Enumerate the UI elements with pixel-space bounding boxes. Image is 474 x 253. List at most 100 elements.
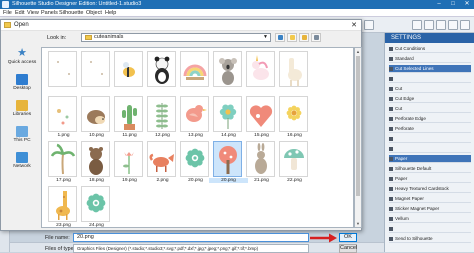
- place-network[interactable]: Network: [5, 152, 39, 174]
- settings-row[interactable]: [389, 145, 471, 153]
- file-item[interactable]: 2.png: [147, 141, 178, 184]
- file-item[interactable]: 18.png: [81, 141, 112, 184]
- place-desktop[interactable]: Desktop: [5, 74, 39, 96]
- file-name-input[interactable]: 20.png: [73, 233, 309, 242]
- settings-row-label: Silhouette Default: [395, 166, 432, 171]
- bullet-icon: [389, 156, 393, 161]
- toolbar-send-button[interactable]: [424, 20, 434, 30]
- settings-row[interactable]: Send to Silhouette: [389, 235, 471, 243]
- settings-row[interactable]: Cut Selected Lines: [389, 65, 471, 73]
- dialog-close-icon[interactable]: ✕: [349, 21, 359, 30]
- settings-row-label: Cut: [395, 86, 403, 91]
- settings-row[interactable]: Cut: [389, 85, 471, 93]
- file-item[interactable]: 20.png: [180, 141, 211, 184]
- file-item[interactable]: 23.png: [48, 186, 79, 229]
- settings-row[interactable]: Paper: [389, 155, 471, 163]
- settings-row[interactable]: Perforate: [389, 125, 471, 133]
- file-item[interactable]: [48, 51, 79, 94]
- scroll-down-icon[interactable]: ▼: [355, 220, 361, 227]
- file-type-label: Files of type:: [45, 246, 76, 252]
- bullet-icon: [389, 56, 393, 61]
- settings-row[interactable]: Magnet Paper: [389, 195, 471, 203]
- file-item[interactable]: [180, 51, 211, 94]
- minimize-icon[interactable]: –: [432, 0, 446, 9]
- back-button[interactable]: [275, 33, 285, 42]
- scrollbar-thumb[interactable]: [356, 56, 360, 196]
- file-item[interactable]: 17.png: [48, 141, 79, 184]
- bullet-icon: [389, 66, 393, 71]
- settings-row[interactable]: Sticker Magnet Paper: [389, 205, 471, 213]
- place-library[interactable]: Libraries: [5, 100, 39, 122]
- menu-panels[interactable]: Panels: [41, 10, 58, 16]
- file-item[interactable]: 11.png: [114, 96, 145, 139]
- toolbar-more-button[interactable]: [460, 20, 470, 30]
- file-item[interactable]: 16.png: [279, 96, 310, 139]
- settings-row-label: Heavy Textured Cardstock: [395, 186, 449, 191]
- toolbar-library-button[interactable]: [412, 20, 422, 30]
- settings-row[interactable]: Vellum: [389, 215, 471, 223]
- toolbar-help-button[interactable]: [448, 20, 458, 30]
- menu-silhouette[interactable]: Silhouette: [59, 10, 83, 16]
- file-item[interactable]: 13.png: [180, 96, 211, 139]
- look-in-value: cuteanimals: [94, 34, 124, 40]
- ok-button[interactable]: OK: [339, 233, 357, 242]
- file-item[interactable]: [147, 51, 178, 94]
- settings-row[interactable]: Perforate Edge: [389, 115, 471, 123]
- file-thumbnail: [48, 51, 77, 87]
- file-item[interactable]: [246, 51, 277, 94]
- file-thumbnail: [147, 96, 176, 132]
- vertical-scrollbar[interactable]: ▲ ▼: [354, 47, 362, 228]
- place-computer[interactable]: This PC: [5, 126, 39, 148]
- scroll-up-icon[interactable]: ▲: [355, 48, 361, 55]
- hedgehog-icon: [87, 110, 105, 124]
- file-item[interactable]: 14.png: [213, 96, 244, 139]
- file-item[interactable]: 12.png: [147, 96, 178, 139]
- close-app-icon[interactable]: ✕: [460, 0, 474, 9]
- settings-row[interactable]: [389, 135, 471, 143]
- file-item[interactable]: [114, 51, 145, 94]
- file-item[interactable]: [279, 51, 310, 94]
- settings-row[interactable]: [389, 225, 471, 233]
- library-icon: [16, 100, 28, 111]
- look-in-dropdown[interactable]: cuteanimals ▼: [81, 33, 271, 42]
- file-list[interactable]: 1.png 10.png 11.png 12.png 13.png 14.png 15.pn…: [41, 47, 354, 228]
- file-item[interactable]: [213, 51, 244, 94]
- file-item[interactable]: 19.png: [114, 141, 145, 184]
- settings-row[interactable]: [389, 75, 471, 83]
- settings-row[interactable]: Cut Conditions: [389, 45, 471, 53]
- settings-row[interactable]: Cut: [389, 105, 471, 113]
- file-item[interactable]: 10.png: [81, 96, 112, 139]
- settings-row[interactable]: Paper: [389, 175, 471, 183]
- maximize-icon[interactable]: □: [446, 0, 460, 9]
- dots-icon: [57, 109, 69, 125]
- settings-row[interactable]: Heavy Textured Cardstock: [389, 185, 471, 193]
- place-star[interactable]: ★ Quick access: [5, 48, 39, 70]
- file-thumbnail: [180, 51, 209, 87]
- red-arrow-icon: [310, 233, 337, 243]
- menu-edit[interactable]: Edit: [15, 10, 24, 16]
- file-item[interactable]: [81, 51, 112, 94]
- file-item[interactable]: 15.png: [246, 96, 277, 139]
- bird-icon: [186, 105, 207, 122]
- file-thumbnail: [114, 96, 143, 132]
- settings-row-label: Perforate Edge: [395, 116, 426, 121]
- menu-object[interactable]: Object: [86, 10, 102, 16]
- settings-row[interactable]: Silhouette Default: [389, 165, 471, 173]
- bullet-icon: [389, 186, 393, 191]
- toolbar-design-button[interactable]: [364, 20, 374, 30]
- menu-help[interactable]: Help: [105, 10, 116, 16]
- file-item[interactable]: 1.png: [48, 96, 79, 139]
- chevron-down-icon: ▼: [263, 34, 268, 40]
- file-item[interactable]: 20.png: [209, 141, 248, 184]
- new-folder-button[interactable]: [299, 33, 309, 42]
- menu-file[interactable]: File: [3, 10, 12, 16]
- file-item[interactable]: 24.png: [81, 186, 112, 229]
- menu-view[interactable]: View: [27, 10, 39, 16]
- view-menu-button[interactable]: [311, 33, 321, 42]
- file-item[interactable]: 21.png: [246, 141, 277, 184]
- up-folder-button[interactable]: [287, 33, 297, 42]
- settings-row[interactable]: Cut Edge: [389, 95, 471, 103]
- toolbar-settings-button[interactable]: [436, 20, 446, 30]
- settings-row[interactable]: Standard: [389, 55, 471, 63]
- file-item[interactable]: 22.png: [279, 141, 310, 184]
